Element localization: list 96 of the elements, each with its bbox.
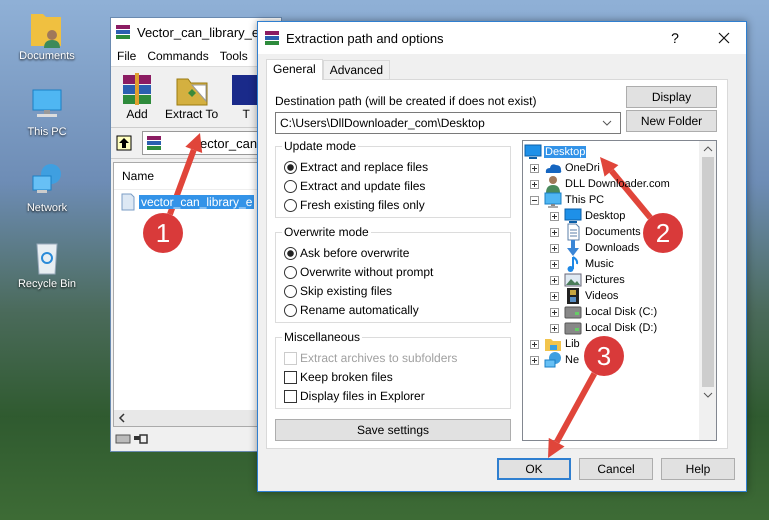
shortcut-label: Network: [26, 202, 68, 214]
option-label: Overwrite without prompt: [300, 265, 434, 279]
tree-item[interactable]: Lib: [564, 338, 581, 350]
minus-icon[interactable]: [530, 196, 539, 204]
desktop-icon: [564, 207, 582, 225]
plus-icon[interactable]: [550, 292, 559, 300]
option-label: Extract and update files: [300, 179, 426, 193]
tree-item[interactable]: Videos: [584, 290, 620, 302]
plus-icon[interactable]: [550, 308, 559, 316]
field-label: Destination path (will be created if does not exist): [275, 94, 538, 108]
plus-icon[interactable]: [530, 356, 539, 364]
scrollbar-thumb[interactable]: [702, 157, 714, 387]
tree-item[interactable]: Downloads: [584, 242, 640, 254]
plus-icon[interactable]: [550, 260, 559, 268]
computer-icon: [544, 191, 562, 209]
option-label: Skip existing files: [300, 284, 392, 298]
file-icon: [120, 193, 136, 211]
plus-icon[interactable]: [530, 164, 539, 172]
step-number-badge: 2: [643, 213, 683, 253]
vertical-scrollbar[interactable]: [699, 141, 716, 440]
plus-icon[interactable]: [530, 340, 539, 348]
option-label: Rename automatically: [300, 303, 419, 317]
group-title: Update mode: [282, 139, 358, 153]
shortcut-label: Documents: [19, 50, 75, 62]
scroll-down-icon: [702, 392, 712, 398]
button[interactable]: Help: [661, 458, 735, 480]
film-icon: [564, 287, 582, 305]
help-button[interactable]: ?: [660, 30, 690, 46]
radio-button[interactable]: [284, 160, 297, 174]
status-icons-drawing: [115, 432, 149, 446]
address-text: ector_can: [200, 136, 258, 150]
tree-item[interactable]: Documents: [584, 226, 642, 238]
group-title: Miscellaneous: [282, 330, 362, 344]
plus-icon[interactable]: [550, 244, 559, 252]
dropdown-caret-icon: [602, 120, 612, 126]
save-settings-button[interactable]: Save settings: [275, 419, 511, 441]
scroll-up-icon: [702, 146, 712, 152]
group-title: Overwrite mode: [282, 225, 371, 239]
close-icon[interactable]: [718, 32, 730, 44]
button[interactable]: OK: [497, 458, 571, 480]
toolbar-button[interactable]: Extract To: [165, 71, 218, 123]
window-title: Vector_can_library_e: [137, 24, 260, 40]
tree-item[interactable]: Local Disk (C:): [584, 306, 658, 318]
plus-icon[interactable]: [530, 180, 539, 188]
plus-icon[interactable]: [550, 276, 559, 284]
tree-item[interactable]: Local Disk (D:): [584, 322, 658, 334]
tab[interactable]: Advanced: [322, 60, 390, 79]
archive-icon: [146, 135, 162, 151]
picture-icon: [564, 271, 582, 289]
plus-icon[interactable]: [550, 228, 559, 236]
archive-app-icon: [264, 30, 280, 46]
option-label: Extract and replace files: [300, 160, 428, 174]
person-icon: [544, 175, 562, 193]
toolbar-button[interactable]: Add: [119, 71, 155, 123]
option-label: Ask before overwrite: [300, 246, 410, 260]
tree-item[interactable]: This PC: [564, 194, 606, 206]
option-label: Fresh existing files only: [300, 198, 425, 212]
radio-button[interactable]: [284, 284, 297, 298]
menu-item[interactable]: File: [117, 49, 136, 63]
destination-path-dropdown[interactable]: C:\Users\DllDownloader_com\Desktop: [275, 112, 621, 134]
option-label: Extract archives to subfolders: [300, 351, 458, 365]
button[interactable]: Display: [626, 86, 717, 108]
archive-app-icon: [115, 24, 131, 40]
desktop-icon: [524, 143, 542, 161]
checkbox[interactable]: [284, 390, 297, 402]
plus-icon[interactable]: [550, 212, 559, 220]
radio-button[interactable]: [284, 198, 297, 212]
radio-button[interactable]: [284, 246, 297, 260]
desktop-shortcut[interactable]: Recycle Bin: [0, 236, 94, 290]
radio-button[interactable]: [284, 180, 297, 192]
desktop-shortcut[interactable]: Network: [0, 160, 94, 214]
tree-item[interactable]: Desktop: [584, 210, 626, 222]
tree-item[interactable]: Pictures: [584, 274, 626, 286]
down-arrow-icon: [564, 239, 582, 257]
option-label: Display files in Explorer: [300, 389, 425, 403]
checkbox[interactable]: [284, 370, 297, 384]
network-icon: [544, 351, 562, 369]
step-number-badge: 3: [584, 336, 624, 376]
shortcut-label: Recycle Bin: [18, 278, 76, 290]
shortcut-label: This PC: [27, 126, 67, 138]
tab[interactable]: General: [266, 59, 323, 80]
step-number-badge: 1: [143, 213, 183, 253]
window-title: Extraction path and options: [286, 30, 445, 46]
option-label: Keep broken files: [300, 370, 393, 384]
button[interactable]: Cancel: [579, 458, 653, 480]
menu-item[interactable]: Commands: [147, 49, 209, 63]
scroll-left-icon: [118, 413, 126, 423]
menu-item[interactable]: Tools: [220, 49, 248, 63]
plus-icon[interactable]: [550, 324, 559, 332]
tree-item[interactable]: Ne: [564, 354, 580, 366]
tree-item[interactable]: OneDri: [564, 162, 601, 174]
tree-item[interactable]: Music: [584, 258, 615, 270]
radio-button[interactable]: [284, 304, 297, 316]
button[interactable]: New Folder: [626, 110, 717, 132]
up-arrow-icon: [116, 135, 132, 151]
radio-button[interactable]: [284, 266, 297, 278]
